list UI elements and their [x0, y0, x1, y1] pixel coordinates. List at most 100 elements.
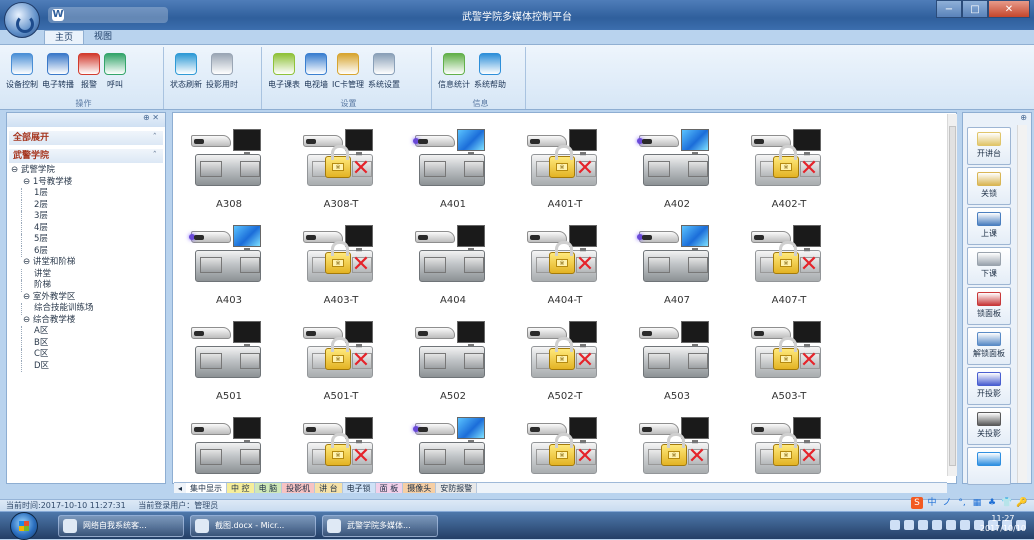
tree-node[interactable]: ⊖ 室外教学区 — [11, 292, 165, 304]
bottom-tab[interactable]: 中 控 — [227, 483, 255, 493]
room-tile[interactable]: ※ ✕ A501-T — [301, 321, 391, 417]
bottom-tab[interactable]: 讲 台 — [315, 483, 343, 493]
start-button[interactable] — [10, 512, 38, 540]
maximize-button[interactable]: □ — [962, 0, 988, 18]
tab-home[interactable]: 主页 — [44, 30, 85, 44]
ribbon-button[interactable]: IC卡管理 — [330, 47, 366, 95]
ime-toolbar[interactable]: S 中ノ °, ▦ ♣ 👕 🔑 — [911, 497, 1028, 511]
chevron-up-icon[interactable]: ˆ — [153, 131, 158, 145]
room-tile[interactable]: ※ ✕ A403-T — [301, 225, 391, 321]
tree-node[interactable]: ⊖ 武警学院 — [11, 165, 165, 177]
tray-icon[interactable] — [890, 520, 900, 530]
ime-icon[interactable]: S — [911, 497, 923, 509]
bottom-tab[interactable]: 电 脑 — [254, 483, 283, 493]
bottom-tab[interactable]: 投影机 — [282, 483, 316, 493]
tree-node[interactable]: C区 — [21, 349, 165, 361]
bottom-tab[interactable]: 电子锁 — [342, 483, 376, 493]
tree-node[interactable]: 3层 — [21, 211, 165, 223]
tree-node[interactable]: 5层 — [21, 234, 165, 246]
tray-icon[interactable] — [932, 520, 942, 530]
section-header[interactable]: 武警学院 ˆ — [9, 149, 163, 163]
taskbar-button[interactable]: 武警学院多媒体... — [322, 515, 438, 537]
ime-icon[interactable]: ▦ — [971, 497, 983, 509]
tray-icon[interactable] — [946, 520, 956, 530]
room-tile[interactable]: A503 — [637, 321, 727, 417]
tree-node[interactable]: 6层 — [21, 245, 165, 257]
room-tile[interactable]: A308 — [189, 129, 279, 225]
right-action-button[interactable]: 上课 — [967, 207, 1011, 245]
minimize-button[interactable]: − — [936, 0, 962, 18]
tree-node[interactable]: 讲堂 — [21, 268, 165, 280]
ribbon-button[interactable]: 报警 — [76, 47, 102, 95]
tree-node[interactable]: D区 — [21, 360, 165, 372]
ime-icon[interactable]: °, — [956, 497, 968, 509]
room-tile[interactable]: ※ ✕ A401-T — [525, 129, 615, 225]
expand-all-button[interactable]: 全部展开 ˆ — [9, 131, 163, 145]
right-action-button[interactable]: 下课 — [967, 247, 1011, 285]
right-action-button[interactable] — [967, 447, 1011, 485]
ime-icon[interactable]: 👕 — [1001, 497, 1013, 509]
pane-pin[interactable]: ⊕ — [963, 113, 1031, 125]
volume-icon[interactable] — [960, 520, 970, 530]
room-tile[interactable]: A502 — [413, 321, 503, 417]
taskbar-button[interactable]: 截图.docx - Micr... — [190, 515, 316, 537]
bottom-tab[interactable]: 安防报警 — [436, 483, 478, 493]
grid-scrollbar[interactable] — [947, 114, 957, 476]
tray-icon[interactable] — [904, 520, 914, 530]
clock[interactable]: 11:27 2017/10/10 — [980, 514, 1026, 534]
room-tile[interactable]: A407 — [637, 225, 727, 321]
tab-view[interactable]: 视图 — [84, 30, 122, 44]
ribbon-button[interactable]: 电子课表 — [266, 47, 302, 95]
close-button[interactable]: ✕ — [988, 0, 1030, 18]
action-pane-scrollbar[interactable] — [1017, 125, 1027, 483]
tree-node[interactable]: A区 — [21, 326, 165, 338]
chevron-up-icon[interactable]: ˆ — [153, 149, 158, 163]
room-tile[interactable]: ※ ✕ A502-T — [525, 321, 615, 417]
tree-node[interactable]: 4层 — [21, 222, 165, 234]
scroll-left-arrow[interactable]: ◂ — [174, 483, 186, 493]
room-tile[interactable]: ※ ✕ A407-T — [749, 225, 839, 321]
room-tile[interactable]: A402 — [637, 129, 727, 225]
application-menu-button[interactable] — [4, 2, 40, 38]
ime-icon[interactable]: 中 — [926, 497, 938, 509]
right-action-button[interactable]: 关投影 — [967, 407, 1011, 445]
ribbon-button[interactable]: 系统设置 — [366, 47, 402, 95]
scrollbar-thumb[interactable] — [949, 126, 956, 466]
tree-node[interactable]: 1层 — [21, 188, 165, 200]
room-tile[interactable]: ※ ✕ A404-T — [525, 225, 615, 321]
right-action-button[interactable]: 锁面板 — [967, 287, 1011, 325]
ribbon-button[interactable]: 信息统计 — [436, 47, 472, 95]
ribbon-button[interactable]: 电子转播 — [40, 47, 76, 95]
tree-node[interactable]: 综合技能训练场 — [21, 303, 165, 315]
ribbon-button[interactable]: 电视墙 — [302, 47, 330, 95]
ribbon-button[interactable]: 投影用时 — [204, 47, 240, 95]
bottom-tab[interactable]: 面 板 — [375, 483, 404, 493]
right-action-button[interactable]: 解锁面板 — [967, 327, 1011, 365]
taskbar-button[interactable]: 网络自我系统客... — [58, 515, 184, 537]
room-tile[interactable]: ※ ✕ A503-T — [749, 321, 839, 417]
ribbon-button[interactable]: 呼叫 — [102, 47, 128, 95]
room-tile[interactable]: A403 — [189, 225, 279, 321]
room-tile[interactable]: A501 — [189, 321, 279, 417]
right-action-button[interactable]: 开讲台 — [967, 127, 1011, 165]
right-action-button[interactable]: 开投影 — [967, 367, 1011, 405]
room-tile[interactable]: A401 — [413, 129, 503, 225]
bottom-tab[interactable]: 集中显示 — [186, 483, 228, 493]
room-tile[interactable]: ※ ✕ A308-T — [301, 129, 391, 225]
ime-icon[interactable]: ♣ — [986, 497, 998, 509]
tree-node[interactable]: ⊖ 综合教学楼 — [11, 315, 165, 327]
tree-node[interactable]: 阶梯 — [21, 280, 165, 292]
room-tile[interactable]: ※ ✕ A402-T — [749, 129, 839, 225]
pane-pin-close[interactable]: ⊕ ✕ — [7, 113, 165, 127]
ribbon-button[interactable]: 系统帮助 — [472, 47, 508, 95]
tree-node[interactable]: ⊖ 1号教学楼 — [11, 177, 165, 189]
tree-node[interactable]: B区 — [21, 337, 165, 349]
room-tile[interactable]: A404 — [413, 225, 503, 321]
tray-icon[interactable] — [918, 520, 928, 530]
bottom-tab[interactable]: 摄像头 — [403, 483, 437, 493]
ribbon-button[interactable]: 状态刷新 — [168, 47, 204, 95]
right-action-button[interactable]: 关锁 — [967, 167, 1011, 205]
ime-icon[interactable]: ノ — [941, 497, 953, 509]
tree-node[interactable]: ⊖ 讲堂和阶梯 — [11, 257, 165, 269]
ime-icon[interactable]: 🔑 — [1016, 497, 1028, 509]
